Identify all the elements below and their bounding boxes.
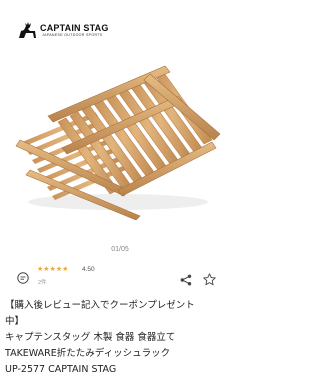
product-photo-dish-rack <box>15 65 221 220</box>
review-bar: ★★★★★ 4.50 2件 <box>0 262 240 292</box>
product-title-line: 【購入後レビュー記入でクーポンプレゼント <box>5 300 195 311</box>
product-image-gallery[interactable]: CAPTAIN STAG JAPANESE OUTDOOR SPORTS <box>0 0 240 226</box>
review-count[interactable]: 2件 <box>38 278 47 286</box>
rating-value: 4.50 <box>82 266 95 273</box>
rating-stars[interactable]: ★★★★★ <box>37 265 68 273</box>
gallery-counter: 01/05 <box>111 246 129 253</box>
product-title-line: キャプテンスタッグ 木製 食器 食器立て <box>5 332 176 343</box>
star-outline-icon[interactable] <box>203 273 216 286</box>
product-title-line: UP-2577 CAPTAIN STAG <box>5 364 117 375</box>
share-icon[interactable] <box>180 274 192 286</box>
product-title-line: 中】 <box>5 316 25 327</box>
product-title-line: TAKEWARE折たたみディッシュラック <box>5 348 171 359</box>
product-title: 【購入後レビュー記入でクーポンプレゼント 中】 キャプテンスタッグ 木製 食器 … <box>5 298 237 378</box>
review-icon[interactable] <box>17 272 29 284</box>
